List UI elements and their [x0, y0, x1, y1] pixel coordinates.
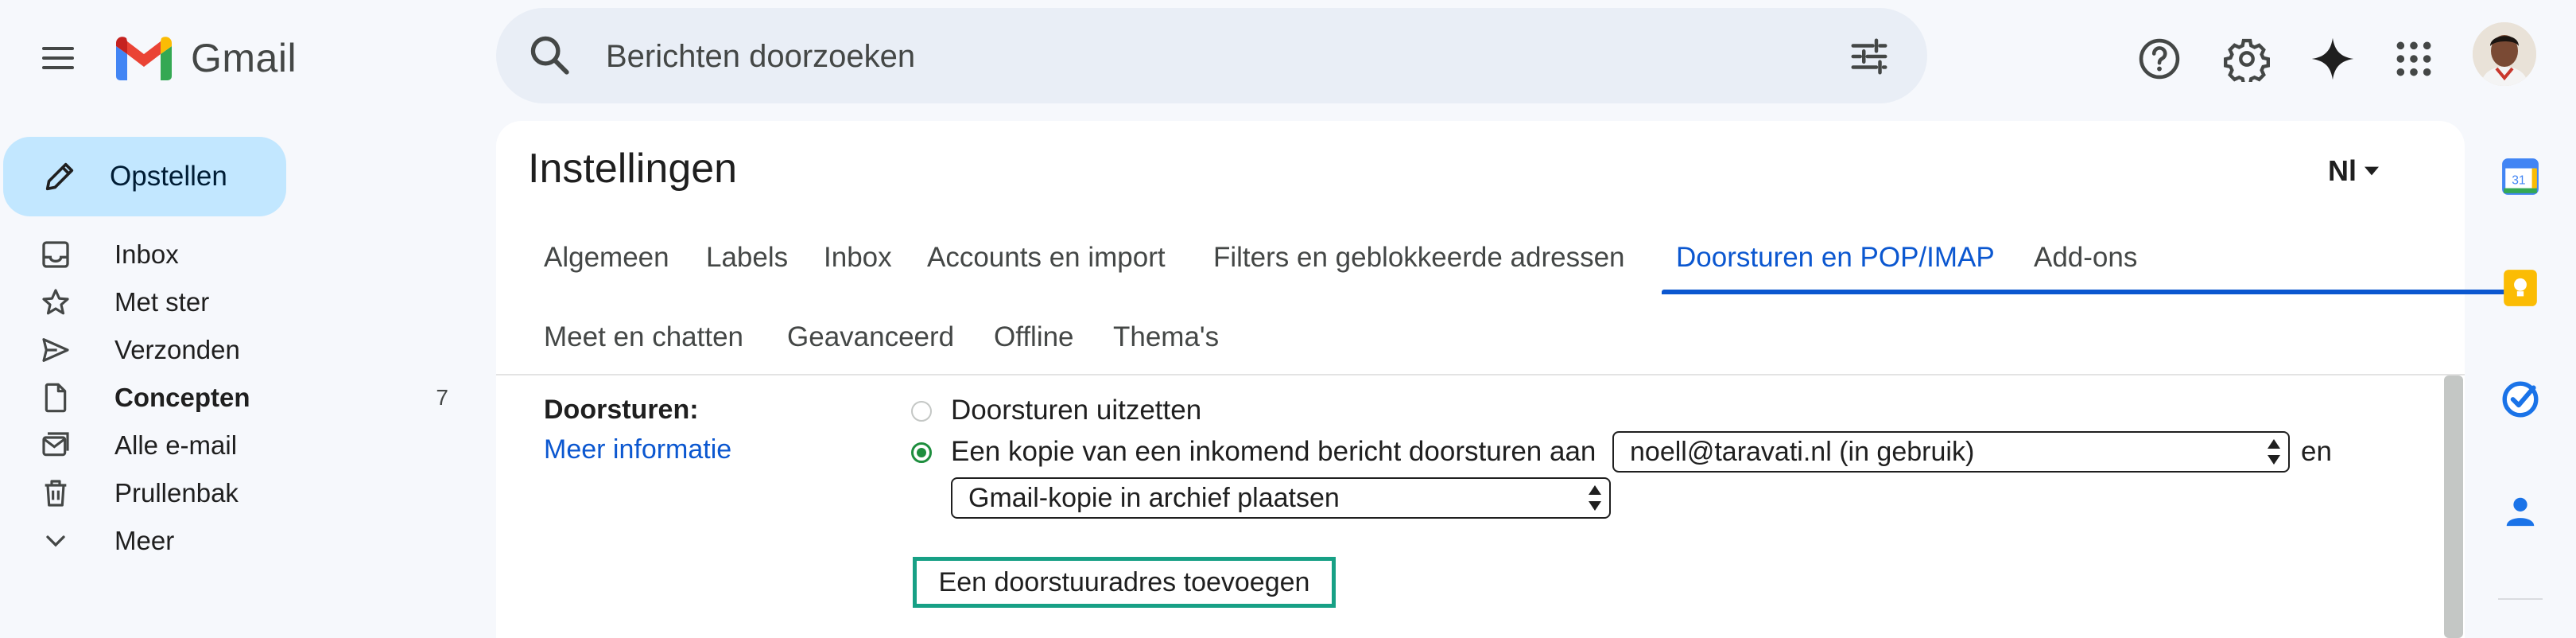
gmail-m-icon — [116, 37, 172, 80]
main-menu-button[interactable] — [30, 30, 86, 86]
gmail-logo[interactable]: Gmail — [113, 30, 297, 86]
tab-themes[interactable]: Thema's — [1113, 321, 1219, 353]
tab-accounts-import[interactable]: Accounts en import — [927, 242, 1166, 274]
contacts-app-button[interactable] — [2492, 482, 2549, 539]
gemini-button[interactable] — [2304, 30, 2361, 88]
scrollbar[interactable] — [2444, 375, 2463, 638]
account-avatar[interactable] — [2473, 22, 2536, 86]
tab-labels[interactable]: Labels — [706, 242, 788, 274]
and-label: en — [2301, 436, 2332, 467]
forwarding-on-label: Een kopie van een inkomend bericht doors… — [951, 436, 1596, 467]
settings-button[interactable] — [2218, 30, 2275, 88]
keep-app-button[interactable] — [2492, 259, 2549, 317]
forwarding-on-radio[interactable] — [911, 442, 932, 463]
sidebar-item-starred[interactable]: Met ster — [0, 280, 477, 325]
send-icon — [42, 338, 69, 362]
hamburger-menu-icon — [42, 47, 74, 69]
calendar-icon: 31 — [2502, 158, 2539, 195]
pencil-icon — [45, 162, 74, 191]
tab-algemeen[interactable]: Algemeen — [544, 242, 669, 274]
inbox-icon — [42, 241, 69, 268]
side-panel-divider — [2498, 598, 2543, 600]
tab-forwarding-pop-imap[interactable]: Doorsturen en POP/IMAP — [1676, 242, 1995, 274]
sidebar-item-label: Concepten — [114, 383, 250, 412]
forward-action-select[interactable]: Gmail-kopie in archief plaatsen — [951, 477, 1611, 519]
tasks-app-button[interactable] — [2492, 371, 2549, 428]
all-mail-icon — [42, 432, 69, 457]
more-info-link[interactable]: Meer informatie — [544, 434, 731, 465]
input-tools-label: Nl — [2328, 154, 2357, 187]
settings-icon — [2224, 38, 2270, 82]
trash-icon — [45, 480, 67, 507]
tab-meet-chat[interactable]: Meet en chatten — [544, 321, 743, 353]
search-input[interactable] — [604, 8, 1721, 105]
app-name: Gmail — [191, 36, 297, 80]
sidebar-item-sent[interactable]: Verzonden — [0, 328, 477, 372]
forward-address-value: noell@taravati.nl (in gebruik) — [1630, 436, 1975, 467]
gemini-icon — [2311, 37, 2354, 80]
keep-icon — [2504, 270, 2537, 306]
tabs-divider — [496, 374, 2465, 375]
chevron-down-icon — [46, 535, 65, 547]
forwarding-off-radio[interactable] — [911, 401, 932, 422]
help-button[interactable] — [2131, 30, 2188, 88]
sidebar-item-more[interactable]: Meer — [0, 519, 477, 563]
tasks-icon — [2502, 381, 2539, 418]
star-icon — [42, 289, 69, 315]
input-tools-button[interactable]: Nl — [2328, 154, 2379, 188]
forward-action-value: Gmail-kopie in archief plaatsen — [968, 482, 1340, 513]
sidebar-item-label: Inbox — [114, 239, 179, 269]
calendar-app-button[interactable]: 31 — [2492, 148, 2549, 205]
sidebar-item-all-mail[interactable]: Alle e-mail — [0, 423, 477, 468]
compose-button[interactable]: Opstellen — [3, 137, 286, 216]
tab-add-ons[interactable]: Add-ons — [2034, 242, 2137, 274]
active-tab-indicator — [1662, 290, 2516, 294]
settings-panel: Instellingen Nl Algemeen Labels Inbox Ac… — [496, 121, 2516, 638]
select-arrows-icon — [2268, 439, 2280, 465]
search-options-icon[interactable] — [1848, 35, 1891, 78]
forwarding-off-label: Doorsturen uitzetten — [951, 395, 1202, 426]
tab-offline[interactable]: Offline — [994, 321, 1074, 353]
contacts-icon — [2506, 497, 2535, 527]
forward-address-select[interactable]: noell@taravati.nl (in gebruik) — [1612, 431, 2290, 473]
sidebar-item-label: Meer — [114, 526, 175, 555]
sidebar-item-trash[interactable]: Prullenbak — [0, 471, 477, 515]
sidebar-item-drafts[interactable]: Concepten 7 — [0, 375, 477, 420]
avatar-image — [2473, 22, 2536, 86]
calendar-day: 31 — [2512, 173, 2525, 187]
sidebar-item-label: Met ster — [114, 287, 210, 317]
compose-label: Opstellen — [110, 161, 227, 192]
caret-down-icon — [2365, 166, 2379, 176]
select-arrows-icon — [1589, 485, 1601, 511]
search-icon[interactable] — [526, 32, 572, 78]
add-forwarding-address-button[interactable]: Een doorstuuradres toevoegen — [913, 557, 1336, 608]
sidebar-item-label: Verzonden — [114, 335, 240, 364]
tab-inbox[interactable]: Inbox — [824, 242, 892, 274]
forwarding-heading: Doorsturen: — [544, 395, 699, 425]
sidebar-item-label: Prullenbak — [114, 478, 239, 508]
help-icon — [2139, 38, 2180, 80]
draft-icon — [45, 383, 67, 413]
sidebar-item-label: Alle e-mail — [114, 430, 238, 460]
sidebar-item-count: 7 — [436, 385, 448, 410]
tab-filters[interactable]: Filters en geblokkeerde adressen — [1213, 242, 1625, 274]
search-bar[interactable] — [496, 8, 1927, 105]
apps-grid-icon — [2396, 41, 2431, 76]
page-title: Instellingen — [528, 146, 738, 192]
sidebar-item-inbox[interactable]: Inbox — [0, 232, 477, 277]
tab-advanced[interactable]: Geavanceerd — [787, 321, 954, 353]
google-apps-button[interactable] — [2385, 30, 2442, 88]
